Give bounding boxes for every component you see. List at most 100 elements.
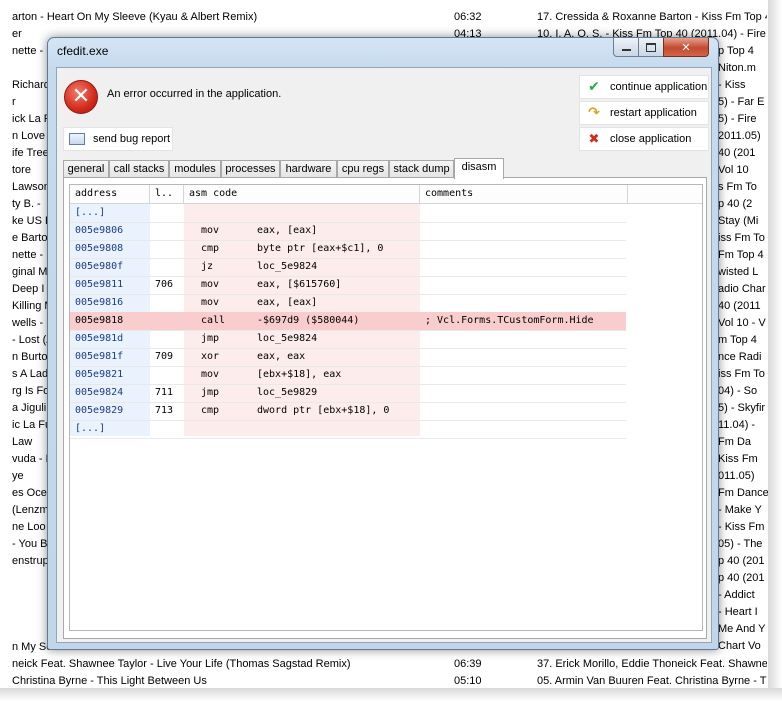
disasm-row[interactable]: 005e9808 cmp byte ptr [eax+$c1], 0: [70, 240, 626, 259]
playlist-filename-fragment: p 40 (201: [718, 572, 765, 584]
send-bug-report-label: send bug report: [93, 133, 171, 145]
playlist-title-fragment: Killing M: [12, 300, 47, 312]
maximize-button[interactable]: [638, 38, 664, 57]
tab-general[interactable]: general: [63, 160, 109, 178]
address-cell: 005e981d: [75, 333, 124, 344]
close-application-button[interactable]: ✖ close application: [579, 127, 709, 151]
disasm-row[interactable]: 005e9829 713 cmp dword ptr [ebx+$18], 0: [70, 402, 626, 421]
playlist-title-fragment: n Love: [12, 130, 46, 142]
comment-cell: [425, 348, 625, 366]
playlist-title-fragment: ne Loo: [12, 521, 46, 533]
playlist-filename-fragment: 5) - Skyfir: [718, 402, 766, 414]
tab-processes[interactable]: processes: [221, 160, 280, 178]
restart-application-button[interactable]: ↷ restart application: [579, 101, 709, 125]
comment-cell: [425, 204, 625, 222]
column-header-comments[interactable]: comments: [420, 185, 628, 203]
column-header-line[interactable]: l..: [150, 185, 184, 203]
continue-application-label: continue application: [610, 81, 708, 93]
disasm-row-current[interactable]: 005e9818 call -$697d9 ($580044) ; Vcl.Forms…: [70, 312, 626, 331]
window-shadow-right: [768, 0, 782, 701]
playlist-filename-fragment: Fm Da: [718, 436, 751, 448]
opcode-cell: mov: [201, 225, 220, 236]
playlist-filename-fragment: Niton.m: [718, 62, 756, 74]
tab-cpu-regs[interactable]: cpu regs: [337, 160, 389, 178]
column-header-address[interactable]: address: [70, 185, 150, 203]
playlist-filename-fragment: Vol 10: [718, 164, 749, 176]
operands-cell: loc_5e9829: [257, 387, 318, 398]
playlist-row[interactable]: neick Feat. Shawnee Taylor - Live Your L…: [0, 658, 782, 675]
close-application-label: close application: [610, 133, 692, 145]
playlist-title-fragment: - You B: [12, 538, 47, 550]
playlist-filename-fragment: 04) - So: [718, 385, 758, 397]
playlist-title-fragment: es Ocea: [12, 487, 47, 499]
opcode-cell: jmp: [201, 333, 220, 344]
playlist-filename-fragment: p 40 (201: [718, 555, 765, 567]
playlist-duration: 06:32: [454, 11, 482, 23]
disasm-row[interactable]: [...]: [70, 420, 626, 439]
playlist-filename-fragment: p Top 4: [718, 45, 754, 57]
disasm-row[interactable]: 005e9816 mov eax, [eax]: [70, 294, 626, 313]
disasm-row[interactable]: 005e9824 711 jmp loc_5e9829: [70, 384, 626, 403]
continue-application-button[interactable]: ✔ continue application: [579, 75, 709, 99]
line-number-cell: 713: [155, 405, 174, 416]
playlist-filename: 05. Armin Van Buuren Feat. Christina Byr…: [537, 675, 767, 687]
playlist-title-fragment: ty B. -: [12, 198, 41, 210]
playlist-filename-fragment: 5) - Fire: [718, 113, 757, 125]
opcode-cell: mov: [201, 279, 220, 290]
tab-stack-dump[interactable]: stack dump: [389, 160, 454, 178]
line-number-cell: [155, 222, 185, 240]
operands-cell: byte ptr [eax+$c1], 0: [257, 243, 384, 254]
disasm-row[interactable]: 005e980f jz loc_5e9824: [70, 258, 626, 277]
playlist-filename-fragment: 05) - The: [718, 538, 763, 550]
playlist-filename: 37. Erick Morillo, Eddie Thoneick Feat. …: [537, 658, 767, 670]
comment-cell: [425, 240, 625, 258]
disasm-row[interactable]: 005e9811 706 mov eax, [$615760]: [70, 276, 626, 295]
disasm-row[interactable]: 005e9806 mov eax, [eax]: [70, 222, 626, 241]
disasm-row[interactable]: 005e9821 mov [ebx+$18], eax: [70, 366, 626, 385]
operands-cell: loc_5e9824: [257, 333, 318, 344]
playlist-filename-fragment: wisted L: [718, 266, 759, 278]
playlist-title-fragment: Lawson: [12, 181, 47, 193]
tab-disasm[interactable]: disasm: [454, 158, 504, 179]
playlist-title-fragment: ke US R: [12, 215, 47, 227]
playlist-filename-fragment: m Top 4: [718, 334, 757, 346]
playlist-filename-fragment: nce Radi: [718, 351, 762, 363]
playlist-title-fragment: a Jiguli: [12, 402, 47, 414]
minimize-button[interactable]: [613, 38, 639, 57]
disasm-row[interactable]: 005e981d jmp loc_5e9824: [70, 330, 626, 349]
line-number-cell: [155, 330, 185, 348]
playlist-filename-fragment: adio Char: [718, 283, 766, 295]
playlist-row[interactable]: arton - Heart On My Sleeve (Kyau & Alber…: [0, 11, 782, 28]
tab-call-stacks[interactable]: call stacks: [109, 160, 169, 178]
disasm-row[interactable]: [...]: [70, 204, 626, 223]
comment-cell: [425, 384, 625, 402]
playlist-filename-fragment: Fm Top 4: [718, 249, 764, 261]
opcode-cell: [201, 420, 256, 438]
operands-cell: eax, [eax]: [257, 225, 318, 236]
operands-cell: [257, 204, 417, 222]
envelope-icon: [69, 133, 85, 145]
tab-modules[interactable]: modules: [169, 160, 221, 178]
close-window-button[interactable]: ✕: [663, 38, 709, 57]
comment-cell: [425, 366, 625, 384]
operands-cell: loc_5e9824: [257, 261, 318, 272]
tab-hardware[interactable]: hardware: [280, 160, 337, 178]
disasm-row[interactable]: 005e981f 709 xor eax, eax: [70, 348, 626, 367]
comment-cell: [425, 294, 625, 312]
disasm-grid[interactable]: address l.. asm code comments [...] 005e9…: [69, 184, 703, 631]
playlist-filename-fragment: s Fm To: [718, 181, 757, 193]
playlist-title-fragment: s A Lad: [12, 368, 47, 380]
playlist-title-fragment: vuda - F: [12, 453, 47, 465]
window-shadow-bottom: [0, 688, 782, 701]
comment-cell: ; Vcl.Forms.TCustomForm.Hide: [425, 315, 594, 326]
playlist-filename-fragment: - Kiss: [718, 79, 746, 91]
column-header-asm-code[interactable]: asm code: [184, 185, 420, 203]
line-number-cell: 711: [155, 387, 174, 398]
address-cell: [...]: [75, 423, 106, 434]
send-bug-report-button[interactable]: send bug report: [63, 127, 173, 151]
playlist-title: Christina Byrne - This Light Between Us: [12, 675, 207, 687]
opcode-cell: [201, 204, 256, 222]
playlist-title-fragment: Deep I: [12, 283, 45, 295]
address-cell: 005e9808: [75, 243, 124, 254]
playlist-title-fragment: Law: [12, 436, 33, 448]
